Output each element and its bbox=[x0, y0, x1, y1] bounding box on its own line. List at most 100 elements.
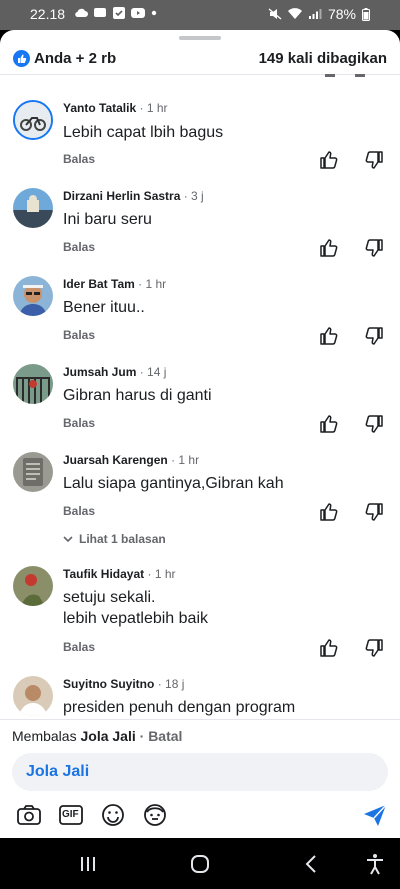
sheet-drag-handle[interactable] bbox=[179, 36, 221, 40]
home-icon[interactable] bbox=[188, 852, 212, 876]
comments-sheet: Anda + 2 rb 149 kali dibagikan Yanto Tat… bbox=[0, 30, 400, 838]
comment-item: Jumsah Jum · 14 j Gibran harus di ganti … bbox=[0, 364, 400, 444]
reply-button[interactable]: Balas bbox=[63, 240, 95, 254]
comment-text: Ini baru seru bbox=[63, 211, 152, 228]
avatar[interactable] bbox=[13, 364, 53, 404]
comment-header: Jumsah Jum · 14 j bbox=[63, 365, 166, 379]
comments-list[interactable]: Yanto Tatalik · 1 hr Lebih capat lbih ba… bbox=[0, 80, 400, 719]
thumbs-down-icon[interactable] bbox=[364, 638, 384, 658]
back-icon[interactable] bbox=[300, 852, 324, 876]
view-replies-label: Lihat 1 balasan bbox=[79, 532, 166, 546]
thumbs-down-icon[interactable] bbox=[364, 326, 384, 346]
system-navigation-bar bbox=[0, 838, 400, 889]
comment-author[interactable]: Suyitno Suyitno bbox=[63, 677, 154, 691]
comment-author[interactable]: Dirzani Herlin Sastra bbox=[63, 189, 180, 203]
comment-text: Gibran harus di ganti bbox=[63, 387, 212, 404]
cloud-icon bbox=[75, 8, 88, 18]
comment-author[interactable]: Jumsah Jum bbox=[63, 365, 136, 379]
comment-item: Dirzani Herlin Sastra · 3 j Ini baru ser… bbox=[0, 188, 400, 268]
thumbs-down-icon[interactable] bbox=[364, 414, 384, 434]
send-icon[interactable] bbox=[362, 802, 388, 828]
comment-author[interactable]: Taufik Hidayat bbox=[63, 567, 144, 581]
avatar[interactable] bbox=[13, 276, 53, 316]
reply-button[interactable]: Balas bbox=[63, 504, 95, 518]
wifi-icon bbox=[287, 8, 302, 19]
comment-text: presiden penuh dengan program bbox=[63, 699, 296, 716]
camera-icon[interactable] bbox=[16, 802, 42, 828]
reply-button[interactable]: Balas bbox=[63, 152, 95, 166]
thumbs-up-icon[interactable] bbox=[319, 638, 339, 658]
thumbs-up-icon[interactable] bbox=[319, 502, 339, 522]
comment-time: · 14 j bbox=[139, 365, 167, 379]
status-notification-icons bbox=[74, 7, 164, 19]
comment-composer: Membalas Jola Jali · Batal Jola Jali GIF bbox=[0, 719, 400, 838]
reply-button[interactable]: Balas bbox=[63, 640, 95, 654]
thumbs-down-icon[interactable] bbox=[364, 150, 384, 170]
avatar-sticker-icon[interactable] bbox=[142, 802, 168, 828]
reactions-count[interactable]: Anda + 2 rb bbox=[34, 50, 116, 67]
comment-time: · 1 hr bbox=[147, 567, 176, 581]
messages-icon bbox=[94, 8, 106, 17]
comment-text: Bener ituu.. bbox=[63, 299, 145, 316]
status-time: 22.18 bbox=[30, 6, 66, 22]
comment-item: Juarsah Karengen · 1 hr Lalu siapa ganti… bbox=[0, 452, 400, 562]
comment-header: Juarsah Karengen · 1 hr bbox=[63, 453, 199, 467]
like-reaction-icon bbox=[13, 50, 30, 67]
comment-text: Lalu siapa gantinya,Gibran kah bbox=[63, 475, 284, 492]
gif-label: GIF bbox=[62, 809, 79, 820]
mention-tag: Jola Jali bbox=[26, 763, 90, 780]
emoji-icon[interactable] bbox=[100, 802, 126, 828]
avatar[interactable] bbox=[13, 676, 53, 716]
comment-text: Lebih capat lbih bagus bbox=[63, 124, 224, 141]
comment-author[interactable]: Yanto Tatalik bbox=[63, 101, 136, 115]
comment-item: Taufik Hidayat · 1 hr setuju sekali. leb… bbox=[0, 566, 400, 670]
replying-prefix: Membalas bbox=[12, 728, 77, 744]
comment-text-line: lebih vepatlebih baik bbox=[63, 610, 208, 627]
comment-header: Ider Bat Tam · 1 hr bbox=[63, 277, 166, 291]
avatar[interactable] bbox=[13, 566, 53, 606]
thumbs-up-icon[interactable] bbox=[319, 150, 339, 170]
battery-percent: 78% bbox=[327, 6, 356, 22]
cancel-reply-button[interactable]: · Batal bbox=[140, 728, 183, 744]
thumbs-up-icon[interactable] bbox=[319, 414, 339, 434]
reactions-summary[interactable]: Anda + 2 rb 149 kali dibagikan bbox=[0, 44, 400, 74]
comment-header: Taufik Hidayat · 1 hr bbox=[63, 567, 176, 581]
comment-time: · 18 j bbox=[157, 677, 185, 691]
thumbs-up-icon[interactable] bbox=[319, 238, 339, 258]
checkbox-icon bbox=[113, 7, 125, 19]
reply-button[interactable]: Balas bbox=[63, 416, 95, 430]
accessibility-icon[interactable] bbox=[363, 852, 387, 876]
comment-text-line: setuju sekali. bbox=[63, 589, 156, 606]
comment-author[interactable]: Juarsah Karengen bbox=[63, 453, 168, 467]
comment-item: Ider Bat Tam · 1 hr Bener ituu.. Balas bbox=[0, 276, 400, 356]
chevron-down-icon bbox=[63, 535, 73, 542]
status-system-icons: 78% bbox=[268, 6, 370, 22]
comment-header: Suyitno Suyitno · 18 j bbox=[63, 677, 184, 691]
avatar[interactable] bbox=[13, 100, 53, 140]
recent-apps-icon[interactable] bbox=[76, 852, 100, 876]
shares-count[interactable]: 149 kali dibagikan bbox=[259, 50, 387, 67]
mute-icon bbox=[268, 8, 282, 20]
avatar[interactable] bbox=[13, 452, 53, 492]
youtube-icon bbox=[131, 8, 145, 18]
thumbs-up-icon[interactable] bbox=[319, 326, 339, 346]
comment-header: Dirzani Herlin Sastra · 3 j bbox=[63, 189, 204, 203]
battery-icon bbox=[362, 7, 370, 21]
replying-to-name: Jola Jali bbox=[80, 728, 136, 744]
comment-input[interactable]: Jola Jali bbox=[12, 753, 388, 791]
avatar[interactable] bbox=[13, 188, 53, 228]
dot-icon bbox=[151, 10, 157, 16]
signal-icon bbox=[308, 9, 322, 19]
comment-time: · 1 hr bbox=[138, 277, 167, 291]
comment-item: Yanto Tatalik · 1 hr Lebih capat lbih ba… bbox=[0, 100, 400, 180]
thumbs-down-icon[interactable] bbox=[364, 238, 384, 258]
view-replies-button[interactable]: Lihat 1 balasan bbox=[63, 532, 166, 546]
thumbs-down-icon[interactable] bbox=[364, 502, 384, 522]
status-bar: 22.18 78% bbox=[0, 0, 400, 30]
reply-button[interactable]: Balas bbox=[63, 328, 95, 342]
comment-time: · 1 hr bbox=[171, 453, 200, 467]
comment-item: Suyitno Suyitno · 18 j presiden penuh de… bbox=[0, 676, 400, 719]
gif-icon[interactable]: GIF bbox=[58, 802, 84, 828]
comment-author[interactable]: Ider Bat Tam bbox=[63, 277, 135, 291]
replying-to-line: Membalas Jola Jali · Batal bbox=[12, 728, 182, 744]
